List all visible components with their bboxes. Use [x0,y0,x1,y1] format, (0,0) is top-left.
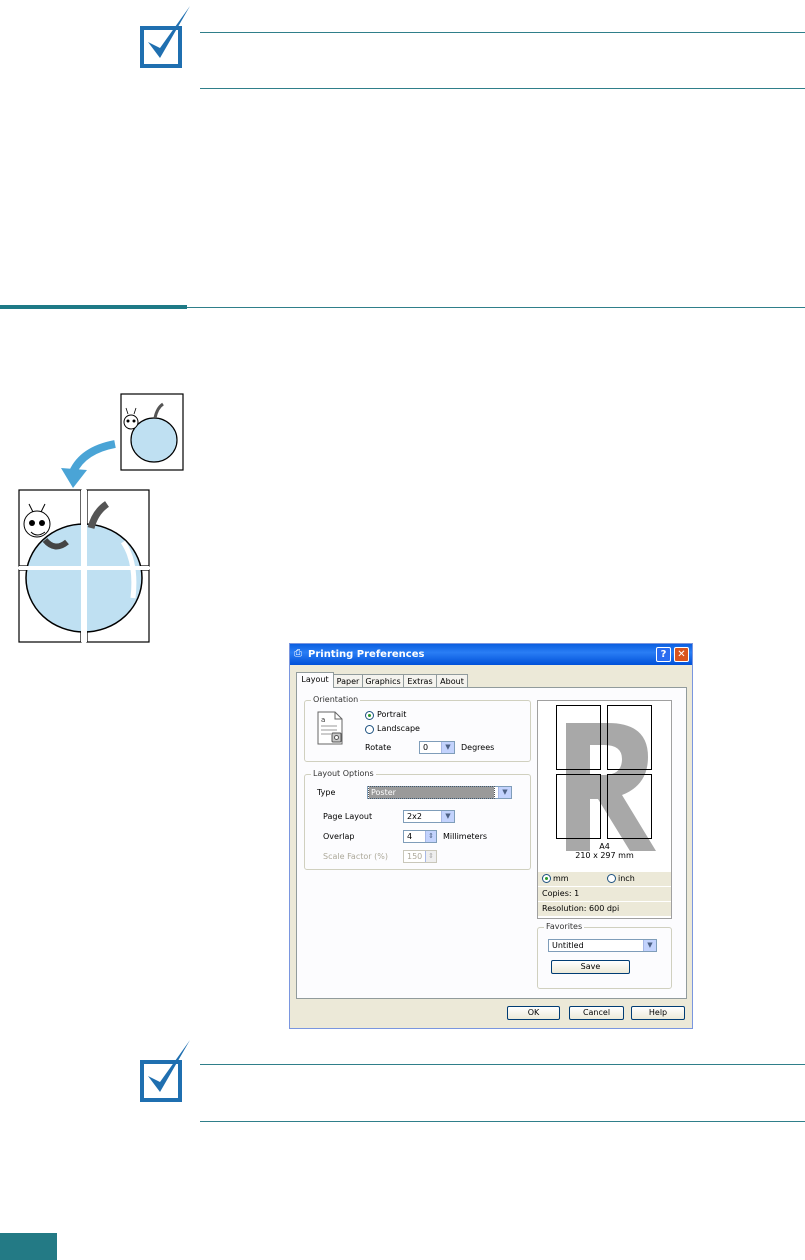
chevron-down-icon: ▼ [643,940,656,951]
tab-about[interactable]: About [436,674,468,688]
resolution-row: Resolution: 600 dpi [538,902,671,916]
overlap-stepper[interactable]: 4 ⇕ [403,830,437,843]
landscape-label: Landscape [377,724,420,733]
resolution-text: Resolution: 600 dpi [542,904,620,913]
overlap-unit-label: Millimeters [443,832,488,841]
page-number-tab [0,1233,57,1260]
cancel-button[interactable]: Cancel [569,1006,624,1020]
type-select[interactable]: Poster ▼ [367,786,512,799]
note-check-icon-top [140,2,200,70]
poster-tile [607,774,652,839]
paper-name: A4 [599,842,610,851]
scale-factor-label: Scale Factor (%) [323,852,388,861]
favorites-select[interactable]: Untitled ▼ [548,939,657,952]
note-check-icon-bottom [140,1036,200,1104]
page-layout-value: 2x2 [407,812,422,821]
units-row: mm inch [538,872,671,886]
layout-options-group: Layout Options Type Poster ▼ Page Layout… [304,769,531,870]
rotate-label: Rotate [365,743,392,752]
favorites-group-label: Favorites [544,922,585,931]
rotate-select[interactable]: 0 ▼ [419,741,455,754]
printing-preferences-dialog: ⎙ Printing Preferences ? ✕ Layout Paper … [289,643,693,1029]
poster-tile [607,705,652,770]
favorites-group: Favorites Untitled ▼ Save [537,922,672,989]
tab-extras[interactable]: Extras [403,674,437,688]
poster-tile [556,774,601,839]
poster-tile [556,705,601,770]
chevron-down-icon: ▼ [441,742,454,753]
save-favorite-button[interactable]: Save [551,960,630,974]
rotate-value: 0 [423,743,429,752]
note-rule-top-upper [200,32,805,33]
note-rule-bottom-upper [200,1064,805,1065]
paper-dimensions: 210 x 297 mm [575,851,634,860]
page-layout-select[interactable]: 2x2 ▼ [403,810,455,823]
page-layout-label: Page Layout [323,812,373,821]
dialog-titlebar: ⎙ Printing Preferences ? ✕ [290,644,692,665]
favorites-value: Untitled [552,941,584,950]
printer-icon: ⎙ [294,648,302,659]
spinner-icon: ⇕ [425,831,436,842]
layout-tab-panel: Orientation a Portrait Landscape Rotate [296,687,687,999]
mm-label: mm [553,874,569,883]
close-title-button[interactable]: ✕ [674,647,689,662]
portrait-page-icon: a [317,711,343,745]
poster-illustration [15,392,190,644]
help-title-button[interactable]: ? [656,647,671,662]
mm-radio[interactable] [542,874,551,883]
orientation-group-label: Orientation [311,695,361,704]
chevron-down-icon: ▼ [441,811,454,822]
tab-layout[interactable]: Layout [296,672,334,688]
chevron-down-icon: ▼ [498,787,511,798]
help-button[interactable]: Help [631,1006,685,1020]
note-rule-bottom-lower [200,1121,805,1122]
copies-row: Copies: 1 [538,887,671,901]
landscape-radio[interactable] [365,725,374,734]
orientation-group: Orientation a Portrait Landscape Rotate [304,695,531,762]
scale-factor-value: 150 [407,852,423,861]
ok-button[interactable]: OK [507,1006,560,1020]
portrait-radio[interactable] [365,711,374,720]
inch-radio[interactable] [607,874,616,883]
type-label: Type [317,788,336,797]
paper-size-caption: A4 210 x 297 mm [537,842,672,860]
preview-info-box: mm inch Copies: 1 Resolution: 600 dpi [537,860,672,919]
tab-graphics[interactable]: Graphics [362,674,404,688]
scale-factor-stepper: 150 ⇕ [403,850,437,863]
tab-paper[interactable]: Paper [333,674,363,688]
inch-label: inch [618,874,635,883]
degrees-label: Degrees [461,743,495,752]
layout-options-group-label: Layout Options [311,769,376,778]
section-rule-accent [0,305,187,309]
spinner-icon: ⇕ [425,851,436,862]
section-rule [187,307,805,308]
type-value: Poster [368,786,495,799]
copies-text: Copies: 1 [542,889,580,898]
page-preview [537,700,672,862]
svg-text:a: a [321,716,325,724]
overlap-label: Overlap [323,832,355,841]
portrait-label: Portrait [377,710,407,719]
note-rule-top-lower [200,88,805,89]
overlap-value: 4 [407,832,413,841]
dialog-title: Printing Preferences [308,649,425,660]
